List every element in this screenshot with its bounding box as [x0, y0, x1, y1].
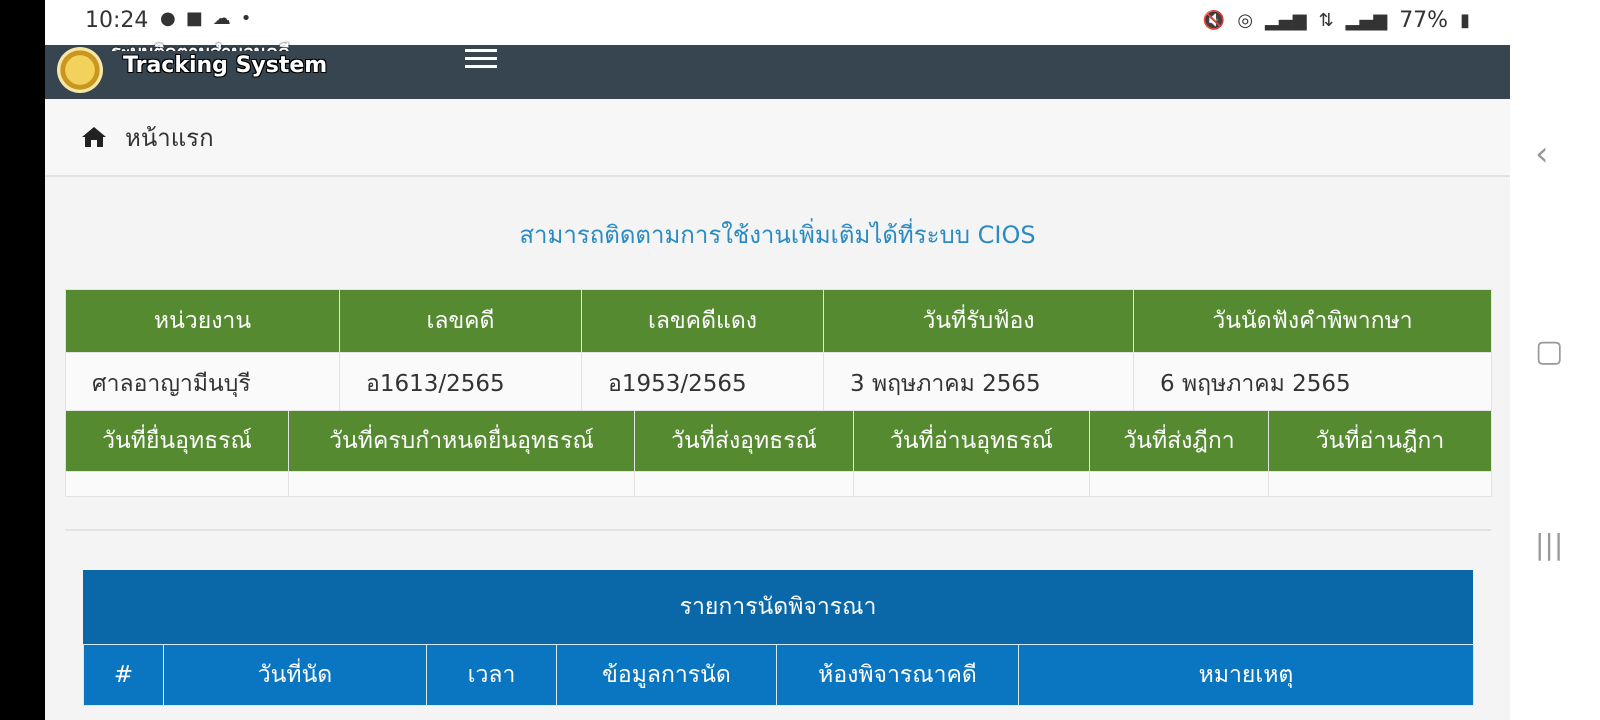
- column-header: วันที่ส่งอุทธรณ์: [634, 410, 854, 472]
- column-header: วันที่ส่งฎีกา: [1089, 410, 1269, 472]
- main-content: สามารถติดตามการใช้งานเพิ่มเติมได้ที่ระบบ…: [45, 177, 1510, 720]
- column-header: วันที่นัด: [163, 644, 427, 706]
- column-header: หมายเหตุ: [1018, 644, 1474, 706]
- cloud-icon: ☁: [212, 8, 231, 29]
- table-cell: [634, 471, 854, 497]
- column-header: ข้อมูลการนัด: [556, 644, 777, 706]
- back-icon[interactable]: ‹: [1535, 134, 1549, 174]
- menu-icon[interactable]: [465, 49, 497, 71]
- column-header: วันที่อ่านฎีกา: [1268, 410, 1492, 472]
- column-header: วันที่รับฟ้อง: [823, 289, 1134, 353]
- column-header: ห้องพิจารณาคดี: [776, 644, 1019, 706]
- table-row: [65, 471, 1492, 497]
- table-cell: [853, 471, 1090, 497]
- breadcrumb-home[interactable]: หน้าแรก: [125, 118, 214, 157]
- gallery-icon: ■: [185, 8, 203, 29]
- column-header: วันที่ยื่นอุทธรณ์: [65, 410, 289, 472]
- table-cell: [1268, 471, 1492, 497]
- logo-text[interactable]: Tracking System: [123, 53, 327, 78]
- table-cell: 6 พฤษภาคม 2565: [1133, 352, 1492, 416]
- app-header: ระบบติดตามสำนวนคดี Tracking System: [45, 42, 1510, 99]
- hotspot-icon: ◎: [1237, 10, 1254, 31]
- left-screen-edge: [0, 0, 45, 720]
- column-header: วันที่ครบกำหนดยื่นอุทธรณ์: [288, 410, 635, 472]
- table-cell: [1089, 471, 1269, 497]
- table-cell: [65, 471, 289, 497]
- hearing-list-title: รายการนัดพิจารณา: [83, 570, 1473, 644]
- column-header: วันนัดฟังคำพิพากษา: [1133, 289, 1492, 353]
- signal-icon-2: ▂▄▆: [1345, 10, 1388, 31]
- cios-notice[interactable]: สามารถติดตามการใช้งานเพิ่มเติมได้ที่ระบบ…: [45, 215, 1510, 254]
- table-row: ศาลอาญามีนบุรี อ1613/2565 อ1953/2565 3 พ…: [65, 352, 1492, 416]
- table-cell: อ1613/2565: [339, 352, 582, 416]
- column-header: เวลา: [426, 644, 557, 706]
- column-header: หน่วยงาน: [65, 289, 340, 353]
- column-header: #: [83, 644, 164, 706]
- breadcrumb: หน้าแรก: [45, 99, 1510, 177]
- logo-text-top: ระบบติดตามสำนวนคดี: [111, 37, 290, 51]
- signal-icon: ▂▄▆: [1265, 10, 1307, 31]
- battery-icon: ▮: [1460, 10, 1470, 31]
- notification-icons: ● ■ ☁ •: [160, 8, 251, 29]
- section-divider: [65, 529, 1491, 531]
- case-table-header: หน่วยงาน เลขคดี เลขคดีแดง วันที่รับฟ้อง …: [65, 289, 1492, 353]
- 4g-icon: ⇅: [1318, 10, 1334, 31]
- recents-icon[interactable]: |||: [1535, 528, 1563, 561]
- column-header: เลขคดีแดง: [581, 289, 824, 353]
- home-icon[interactable]: [81, 126, 107, 148]
- status-time: 10:24: [85, 8, 149, 33]
- column-header: วันที่อ่านอุทธรณ์: [853, 410, 1090, 472]
- battery-percent: 77%: [1399, 8, 1449, 33]
- case-info-table: หน่วยงาน เลขคดี เลขคดีแดง วันที่รับฟ้อง …: [65, 289, 1492, 416]
- mute-icon: 🔇: [1202, 10, 1226, 31]
- hearing-table-header: # วันที่นัด เวลา ข้อมูลการนัด ห้องพิจารณ…: [83, 644, 1474, 706]
- table-cell: 3 พฤษภาคม 2565: [823, 352, 1134, 416]
- table-cell: ศาลอาญามีนบุรี: [65, 352, 340, 416]
- dot-icon: •: [240, 8, 252, 29]
- hearing-table: # วันที่นัด เวลา ข้อมูลการนัด ห้องพิจารณ…: [83, 644, 1474, 706]
- table-cell: อ1953/2565: [581, 352, 824, 416]
- column-header: เลขคดี: [339, 289, 582, 353]
- appeal-table-header: วันที่ยื่นอุทธรณ์ วันที่ครบกำหนดยื่นอุทธ…: [65, 410, 1492, 472]
- table-cell: [288, 471, 635, 497]
- hearing-list: รายการนัดพิจารณา # วันที่นัด เวลา ข้อมูล…: [83, 570, 1474, 706]
- court-logo[interactable]: [57, 47, 103, 93]
- home-circle-icon[interactable]: ▢: [1535, 334, 1563, 369]
- system-icons: 🔇 ◎ ▂▄▆ ⇅ ▂▄▆ 77% ▮: [1203, 8, 1470, 33]
- line-icon: ●: [160, 8, 176, 29]
- appeal-table: วันที่ยื่นอุทธรณ์ วันที่ครบกำหนดยื่นอุทธ…: [65, 410, 1492, 497]
